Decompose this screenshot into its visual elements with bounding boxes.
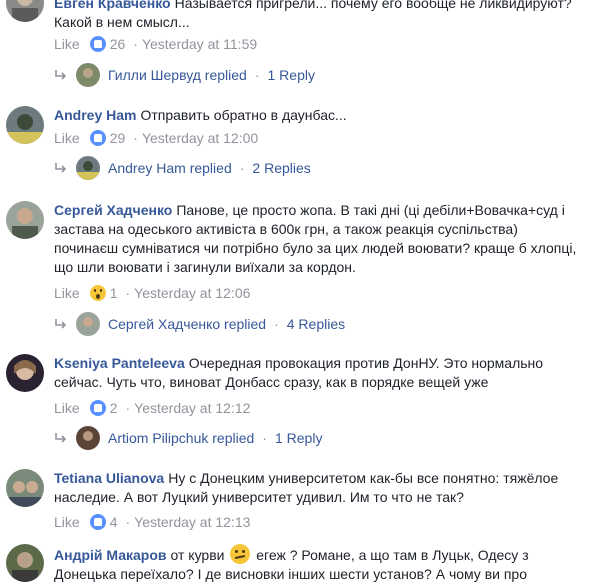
reply-count[interactable]: 2 Replies — [252, 160, 310, 176]
separator: · — [125, 285, 131, 301]
replies-link[interactable]: Artiom Pilipchuk replied · 1 Reply — [54, 426, 322, 450]
like-reaction-icon[interactable] — [89, 514, 106, 530]
reply-author[interactable]: Сергей Хадченко replied — [108, 316, 266, 332]
comment-text: от курви — [170, 547, 225, 563]
reaction-count[interactable]: 1 — [110, 284, 118, 302]
comment-meta: Like 29 · Yesterday at 12:00 — [54, 129, 258, 147]
reply-avatar — [76, 426, 100, 450]
reaction-count[interactable]: 2 — [110, 399, 118, 417]
avatar[interactable] — [6, 469, 44, 507]
reply-arrow-icon — [55, 319, 67, 329]
replies-link[interactable]: Andrey Ham replied · 2 Replies — [54, 156, 311, 180]
comment-author[interactable]: Tetiana Ulianova — [54, 470, 164, 486]
separator: · — [239, 160, 245, 176]
separator: · — [262, 430, 267, 446]
timestamp[interactable]: Yesterday at 11:59 — [142, 35, 257, 53]
comment-author[interactable]: Андрій Макаров — [54, 547, 167, 563]
separator: · — [133, 130, 138, 146]
comment-text: Отправить обратно в даунбас... — [140, 107, 347, 123]
like-button[interactable]: Like — [54, 35, 80, 53]
comment-body: Андрій Макаров от курви егеж ? Романе, а … — [54, 544, 579, 584]
like-button[interactable]: Like — [54, 399, 80, 417]
reply-count[interactable]: 1 Reply — [268, 67, 315, 83]
like-button[interactable]: Like — [54, 284, 80, 302]
avatar[interactable] — [6, 0, 44, 22]
reply-avatar — [76, 156, 100, 180]
timestamp[interactable]: Yesterday at 12:13 — [134, 513, 250, 531]
reply-count[interactable]: 1 Reply — [275, 430, 322, 446]
avatar[interactable] — [6, 354, 44, 392]
avatar[interactable] — [6, 201, 44, 239]
replies-link[interactable]: Сергей Хадченко replied · 4 Replies — [54, 312, 345, 336]
comment-meta: Like 26 · Yesterday at 11:59 — [54, 35, 257, 53]
reply-avatar — [76, 63, 100, 87]
reply-avatar — [76, 312, 100, 336]
comment-meta: Like 2 · Yesterday at 12:12 — [54, 399, 250, 417]
reply-arrow-icon — [55, 70, 67, 80]
reply-count[interactable]: 4 Replies — [287, 316, 345, 332]
like-reaction-icon[interactable] — [89, 130, 106, 146]
like-button[interactable]: Like — [54, 513, 80, 531]
separator: · — [133, 36, 138, 52]
like-reaction-icon[interactable] — [89, 36, 106, 52]
comment-meta: Like 4 · Yesterday at 12:13 — [54, 513, 250, 531]
wow-reaction-icon[interactable] — [89, 285, 106, 301]
reaction-count[interactable]: 29 — [110, 129, 126, 147]
comment-body: Tetiana Ulianova Ну с Донецким университе… — [54, 469, 579, 507]
comment-meta: Like 1 · Yesterday at 12:06 — [54, 284, 250, 302]
timestamp[interactable]: Yesterday at 12:12 — [134, 399, 250, 417]
timestamp[interactable]: Yesterday at 12:00 — [142, 129, 258, 147]
reply-author[interactable]: Гилли Шервуд replied — [108, 67, 247, 83]
like-reaction-icon[interactable] — [89, 400, 106, 416]
timestamp[interactable]: Yesterday at 12:06 — [134, 284, 250, 302]
reply-arrow-icon — [55, 433, 67, 443]
comment-body: Kseniya Panteleeva Очередная провокация п… — [54, 354, 579, 392]
comment-author[interactable]: Kseniya Panteleeva — [54, 355, 185, 371]
like-button[interactable]: Like — [54, 129, 80, 147]
confused-emoji-icon — [230, 544, 251, 564]
replies-link[interactable]: Гилли Шервуд replied · 1 Reply — [54, 63, 315, 87]
reaction-count[interactable]: 4 — [110, 513, 118, 531]
reply-author[interactable]: Andrey Ham replied — [108, 160, 232, 176]
reply-arrow-icon — [55, 163, 67, 173]
avatar[interactable] — [6, 544, 44, 582]
comment-body: Andrey Ham Отправить обратно в даунбас... — [54, 106, 579, 125]
avatar[interactable] — [6, 106, 44, 144]
separator: · — [274, 316, 279, 332]
comment-body: Евген Кравченко Называется пригрели... по… — [54, 0, 579, 32]
comment-author[interactable]: Сергей Хадченко — [54, 202, 172, 218]
comment-author[interactable]: Евген Кравченко — [54, 0, 171, 11]
comment-author[interactable]: Andrey Ham — [54, 107, 136, 123]
reaction-count[interactable]: 26 — [110, 35, 126, 53]
comment-body: Сергей Хадченко Панове, це просто жопа. В… — [54, 201, 579, 277]
separator: · — [254, 67, 260, 83]
reply-author[interactable]: Artiom Pilipchuk replied — [108, 430, 254, 446]
separator: · — [125, 514, 131, 530]
separator: · — [125, 400, 131, 416]
